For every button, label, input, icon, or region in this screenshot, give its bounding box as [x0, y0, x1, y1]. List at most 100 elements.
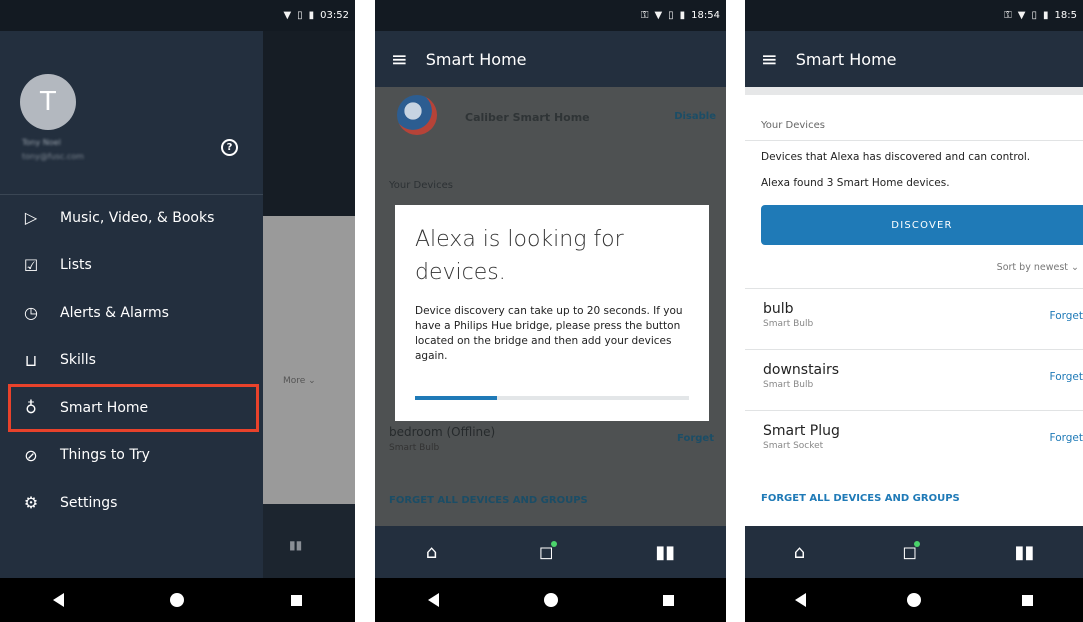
recent-apps-icon[interactable]: [662, 594, 674, 606]
home-circle-icon[interactable]: [543, 593, 558, 607]
hamburger-menu-icon[interactable]: ≡: [391, 47, 408, 71]
menu-item-label: Alerts & Alarms: [60, 304, 169, 321]
signal-icon: ▯: [668, 10, 674, 21]
section-label: Your Devices: [389, 180, 453, 191]
skill-logo: [397, 95, 437, 135]
compass-icon: ⊘: [24, 445, 38, 465]
sort-label: Sort by newest: [996, 262, 1068, 273]
device-type: Smart Bulb: [763, 380, 814, 390]
device-name: Smart Plug: [763, 423, 840, 439]
phone-screen-menu: ▼ ▯ ▮ 03:52 More ⌄ ▮▮ T Tony Noel tony@f…: [0, 0, 355, 622]
page-title: Smart Home: [795, 49, 897, 69]
devices-found-text: Alexa found 3 Smart Home devices.: [761, 177, 950, 189]
recent-apps-icon[interactable]: [1021, 594, 1033, 606]
discover-button[interactable]: DISCOVER: [761, 205, 1083, 245]
activity-icon[interactable]: ▮▮: [655, 542, 675, 563]
signal-icon: ▯: [297, 10, 303, 21]
menu-item-label: Skills: [60, 352, 96, 369]
hamburger-menu-icon[interactable]: ≡: [761, 47, 778, 71]
menu-item-smart-home[interactable]: ♁ Smart Home: [8, 384, 259, 432]
status-time: 03:52: [320, 10, 349, 21]
list-item[interactable]: downstairs Smart Bulb Forget: [745, 349, 1083, 410]
status-bar: ⚿ ▼ ▯ ▮ 18:5: [745, 0, 1083, 31]
android-nav-bar: [375, 578, 726, 622]
list-item[interactable]: bulb Smart Bulb Forget: [745, 288, 1083, 349]
lightbulb-icon: ♁: [25, 398, 37, 418]
background-more-label: More ⌄: [283, 376, 316, 386]
phone-screen-discovering: ⚿ ▼ ▯ ▮ 18:54 ≡ Smart Home Caliber Smart…: [375, 0, 726, 622]
android-nav-bar: [745, 578, 1083, 622]
play-icon: ▷: [24, 208, 38, 228]
list-item[interactable]: Smart Plug Smart Socket Forget: [745, 410, 1083, 471]
device-list: bulb Smart Bulb Forget downstairs Smart …: [745, 288, 1083, 471]
forget-all-link[interactable]: FORGET ALL DEVICES AND GROUPS: [761, 493, 960, 504]
home-icon[interactable]: ⌂: [794, 542, 805, 563]
forget-device-link[interactable]: Forget: [1050, 432, 1083, 444]
activity-icon[interactable]: ▮▮: [1015, 542, 1035, 563]
status-time: 18:54: [691, 10, 720, 21]
menu-item-label: Things to Try: [60, 447, 150, 464]
drawer-menu: ▷ Music, Video, & Books ☑ Lists ◷ Alerts…: [0, 194, 263, 527]
forget-device-link[interactable]: Forget: [1050, 371, 1083, 383]
home-circle-icon[interactable]: [170, 593, 185, 607]
menu-item-settings[interactable]: ⚙ Settings: [0, 479, 263, 527]
device-name: bulb: [763, 301, 794, 317]
wifi-icon: ▼: [1017, 10, 1026, 21]
background-bottom-bar: [260, 504, 355, 578]
divider: [745, 87, 1083, 95]
device-name: downstairs: [763, 362, 840, 378]
menu-item-label: Smart Home: [60, 399, 149, 416]
signal-icon: ▯: [1031, 10, 1038, 21]
key-icon: ⚿: [640, 10, 649, 21]
menu-item-label: Music, Video, & Books: [60, 209, 215, 226]
home-circle-icon[interactable]: [906, 593, 921, 607]
back-icon[interactable]: [53, 593, 65, 607]
notification-dot: [550, 540, 557, 547]
battery-icon: ▮: [679, 10, 686, 21]
devices-page: Your Devices Devices that Alexa has disc…: [745, 87, 1083, 526]
activity-icon: ▮▮: [289, 538, 303, 552]
user-name: Tony Noel: [22, 138, 61, 147]
recent-apps-icon[interactable]: [290, 594, 302, 606]
back-icon[interactable]: [795, 593, 807, 607]
app-bar: ≡ Smart Home: [745, 31, 1083, 87]
bottom-tab-bar: ⌂ ◻ ▮▮: [745, 526, 1083, 578]
dialog-body: Device discovery can take up to 20 secon…: [415, 305, 683, 362]
menu-item-music-video-books[interactable]: ▷ Music, Video, & Books: [0, 194, 263, 242]
help-icon[interactable]: ?: [221, 139, 238, 156]
forget-all-link[interactable]: FORGET ALL DEVICES AND GROUPS: [389, 495, 588, 506]
device-type: Smart Socket: [763, 441, 824, 451]
back-icon[interactable]: [427, 593, 439, 607]
progress-fill: [415, 396, 498, 400]
forget-device-link[interactable]: Forget: [1050, 310, 1083, 322]
discovery-progress-bar: [415, 396, 689, 400]
alarm-icon: ◷: [24, 303, 38, 323]
sort-dropdown[interactable]: Sort by newest ⌄: [997, 262, 1079, 273]
menu-item-lists[interactable]: ☑ Lists: [0, 242, 263, 290]
discovery-dialog: Alexa is looking for devices. Device dis…: [395, 205, 709, 421]
disable-skill-link[interactable]: Disable: [674, 111, 716, 122]
device-type: Smart Bulb: [763, 319, 814, 329]
menu-item-skills[interactable]: ⊔ Skills: [0, 337, 263, 385]
status-bar: ▼ ▯ ▮ 03:52: [0, 0, 355, 31]
devices-description: Devices that Alexa has discovered and ca…: [761, 151, 1031, 163]
menu-item-label: Settings: [60, 494, 118, 511]
background-header: [260, 31, 355, 216]
communicate-icon[interactable]: ◻: [902, 540, 921, 563]
android-nav-bar: [0, 578, 355, 622]
device-name: bedroom (Offline): [389, 425, 496, 439]
menu-item-alerts-alarms[interactable]: ◷ Alerts & Alarms: [0, 289, 263, 337]
battery-icon: ▮: [1043, 10, 1049, 21]
checklist-icon: ☑: [23, 255, 39, 275]
forget-device-link[interactable]: Forget: [677, 433, 714, 444]
avatar[interactable]: T: [20, 74, 76, 130]
wifi-icon: ▼: [283, 10, 292, 21]
menu-item-things-to-try[interactable]: ⊘ Things to Try: [0, 432, 263, 480]
communicate-icon[interactable]: ◻: [539, 540, 557, 563]
skill-name: Caliber Smart Home: [465, 111, 590, 124]
battery-icon: ▮: [308, 10, 315, 21]
device-type: Smart Bulb: [389, 443, 440, 453]
divider: [745, 140, 1083, 141]
home-icon[interactable]: ⌂: [426, 542, 437, 563]
status-time: 18:5: [1054, 10, 1077, 21]
